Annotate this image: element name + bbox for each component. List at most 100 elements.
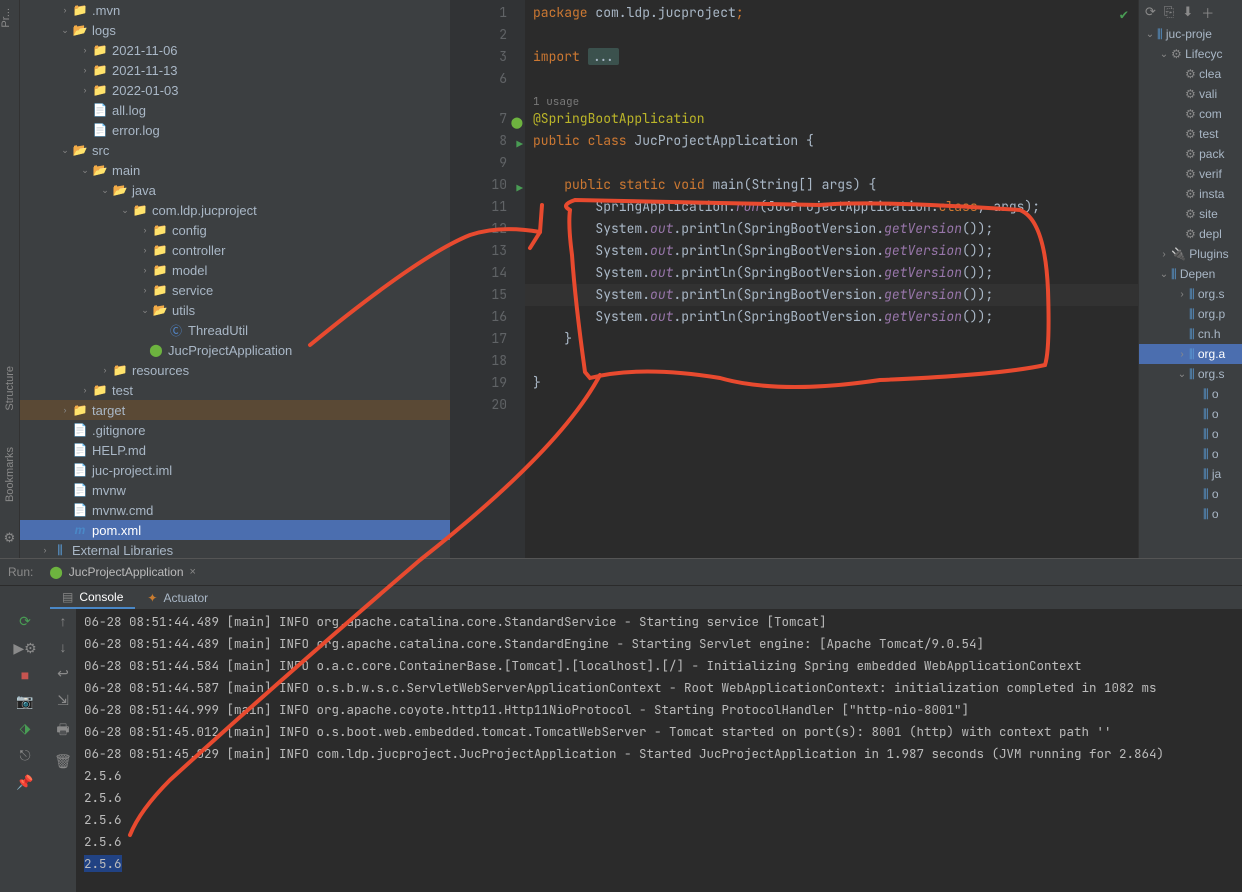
maven-dep[interactable]: ›⫼ org.s (1139, 284, 1242, 304)
tree-iml[interactable]: 📄juc-project.iml (20, 460, 450, 480)
layout-icon[interactable]: ⬗ (20, 720, 31, 737)
tree-threadutil[interactable]: ⒸThreadUtil (20, 320, 450, 340)
maven-dep[interactable]: ⫼ org.p (1139, 304, 1242, 324)
console-output[interactable]: 06-28 08:51:44.489 [main] INFO org.apach… (76, 609, 1242, 892)
add-icon[interactable]: ＋ (1201, 3, 1214, 22)
tree-label: logs (92, 23, 116, 38)
tree-pkg[interactable]: ⌄📁com.ldp.jucproject (20, 200, 450, 220)
tree-test[interactable]: ›📁test (20, 380, 450, 400)
generate-icon[interactable]: ⎘ (1164, 4, 1174, 20)
dump-icon[interactable]: 📷 (16, 693, 33, 710)
tree-label: 2021-11-06 (112, 43, 178, 58)
download-icon[interactable]: ⬇ (1182, 4, 1193, 20)
maven-goal[interactable]: ⚙ site (1139, 204, 1242, 224)
code-editor[interactable]: ✔ 1 2 3 6 7⬤ 8▶ 9 10▶ 11 12 13 14 15 16 … (450, 0, 1138, 558)
run-label: Run: (8, 565, 33, 579)
tree-errorlog[interactable]: 📄error.log (20, 120, 450, 140)
maven-plugins[interactable]: ›🔌 Plugins (1139, 244, 1242, 264)
clear-icon[interactable]: 🗑 (54, 753, 72, 770)
tree-src[interactable]: ⌄📂src (20, 140, 450, 160)
tree-label: service (172, 283, 213, 298)
tree-utils[interactable]: ⌄📂utils (20, 300, 450, 320)
tree-label: 2022-01-03 (112, 83, 179, 98)
maven-goal[interactable]: ⚙ depl (1139, 224, 1242, 244)
maven-panel[interactable]: ⟳ ⎘ ⬇ ＋ ⌄⫼ juc-proje ⌄⚙ Lifecyc ⚙ clea ⚙… (1138, 0, 1242, 558)
maven-goal[interactable]: ⚙ pack (1139, 144, 1242, 164)
project-tool-label[interactable]: Pr... (0, 0, 12, 36)
run-config-icon[interactable]: ▶⚙ (13, 640, 36, 657)
tree-label: com.ldp.jucproject (152, 203, 257, 218)
tree-help[interactable]: 📄HELP.md (20, 440, 450, 460)
tree-date2[interactable]: ›📁2021-11-13 (20, 60, 450, 80)
tree-main[interactable]: ⌄📂main (20, 160, 450, 180)
bookmarks-tool-label[interactable]: Bookmarks (4, 439, 16, 510)
tree-java[interactable]: ⌄📂java (20, 180, 450, 200)
close-icon[interactable]: × (190, 566, 196, 578)
tree-alllog[interactable]: 📄all.log (20, 100, 450, 120)
import-fold[interactable]: ... (588, 48, 619, 65)
maven-dep[interactable]: ⫼ ja (1139, 464, 1242, 484)
run-tool-window: Run: ⬤ JucProjectApplication × ▤Console … (0, 558, 1242, 892)
exit-icon[interactable]: ⎋ (19, 747, 30, 764)
tree-mvnw[interactable]: 📄mvnw (20, 480, 450, 500)
maven-goal[interactable]: ⚙ verif (1139, 164, 1242, 184)
tree-logs[interactable]: ⌄📂logs (20, 20, 450, 40)
rerun-icon[interactable]: ⟳ (19, 613, 31, 630)
maven-dep[interactable]: ⫼ o (1139, 404, 1242, 424)
tree-mvnwcmd[interactable]: 📄mvnw.cmd (20, 500, 450, 520)
actuator-tab[interactable]: ✦Actuator (135, 586, 220, 609)
tree-config[interactable]: ›📁config (20, 220, 450, 240)
tree-label: External Libraries (72, 543, 173, 558)
tree-date1[interactable]: ›📁2021-11-06 (20, 40, 450, 60)
tree-service[interactable]: ›📁service (20, 280, 450, 300)
tree-gitignore[interactable]: 📄.gitignore (20, 420, 450, 440)
maven-dep[interactable]: ⫼ cn.h (1139, 324, 1242, 344)
code-body[interactable]: package com.ldp.jucproject; import ... 1… (525, 0, 1138, 558)
console-icon: ▤ (62, 590, 73, 604)
down-icon[interactable]: ↓ (60, 639, 67, 655)
maven-dep[interactable]: ›⫼ org.a (1139, 344, 1242, 364)
maven-dep[interactable]: ⫼ o (1139, 384, 1242, 404)
web-tool-icon[interactable]: ⚙ (4, 530, 16, 546)
maven-dep[interactable]: ⫼ o (1139, 504, 1242, 524)
maven-goal[interactable]: ⚙ com (1139, 104, 1242, 124)
print-icon[interactable]: 🖶 (56, 719, 69, 743)
wrap-icon[interactable]: ↩ (57, 665, 69, 682)
pin-icon[interactable]: 📌 (16, 774, 33, 791)
maven-dep[interactable]: ⫼ o (1139, 484, 1242, 504)
run-config-tab[interactable]: ⬤ JucProjectApplication × (41, 559, 204, 585)
tree-target[interactable]: ›📁target (20, 400, 450, 420)
tree-label: pom.xml (92, 523, 141, 538)
stop-icon[interactable]: ■ (21, 667, 29, 683)
tree-label: model (172, 263, 207, 278)
maven-goal[interactable]: ⚙ clea (1139, 64, 1242, 84)
maven-deps[interactable]: ⌄⫼ Depen (1139, 264, 1242, 284)
tree-model[interactable]: ›📁model (20, 260, 450, 280)
up-icon[interactable]: ↑ (60, 613, 67, 629)
maven-root[interactable]: ⌄⫼ juc-proje (1139, 24, 1242, 44)
tree-mvn[interactable]: ›📁.mvn (20, 0, 450, 20)
tree-label: error.log (112, 123, 160, 138)
maven-goal[interactable]: ⚙ insta (1139, 184, 1242, 204)
tree-resources[interactable]: ›📁resources (20, 360, 450, 380)
reload-icon[interactable]: ⟳ (1145, 4, 1156, 20)
console-tab[interactable]: ▤Console (50, 586, 135, 609)
tree-label: mvnw (92, 483, 126, 498)
scroll-icon[interactable]: ⇲ (57, 692, 69, 709)
maven-dep[interactable]: ⌄⫼ org.s (1139, 364, 1242, 384)
tree-extlib[interactable]: ›⫼External Libraries (20, 540, 450, 558)
tree-pom[interactable]: mpom.xml (20, 520, 450, 540)
usage-hint[interactable]: 1 usage (533, 95, 579, 109)
maven-goal[interactable]: ⚙ vali (1139, 84, 1242, 104)
tree-label: java (132, 183, 156, 198)
tree-controller[interactable]: ›📁controller (20, 240, 450, 260)
tree-app[interactable]: ⬤JucProjectApplication (20, 340, 450, 360)
maven-dep[interactable]: ⫼ o (1139, 444, 1242, 464)
inspection-ok-icon[interactable]: ✔ (1120, 6, 1128, 24)
structure-tool-label[interactable]: Structure (4, 358, 16, 419)
tree-date3[interactable]: ›📁2022-01-03 (20, 80, 450, 100)
maven-lifecycle[interactable]: ⌄⚙ Lifecyc (1139, 44, 1242, 64)
project-tree[interactable]: ›📁.mvn ⌄📂logs ›📁2021-11-06 ›📁2021-11-13 … (20, 0, 450, 558)
maven-goal[interactable]: ⚙ test (1139, 124, 1242, 144)
maven-dep[interactable]: ⫼ o (1139, 424, 1242, 444)
